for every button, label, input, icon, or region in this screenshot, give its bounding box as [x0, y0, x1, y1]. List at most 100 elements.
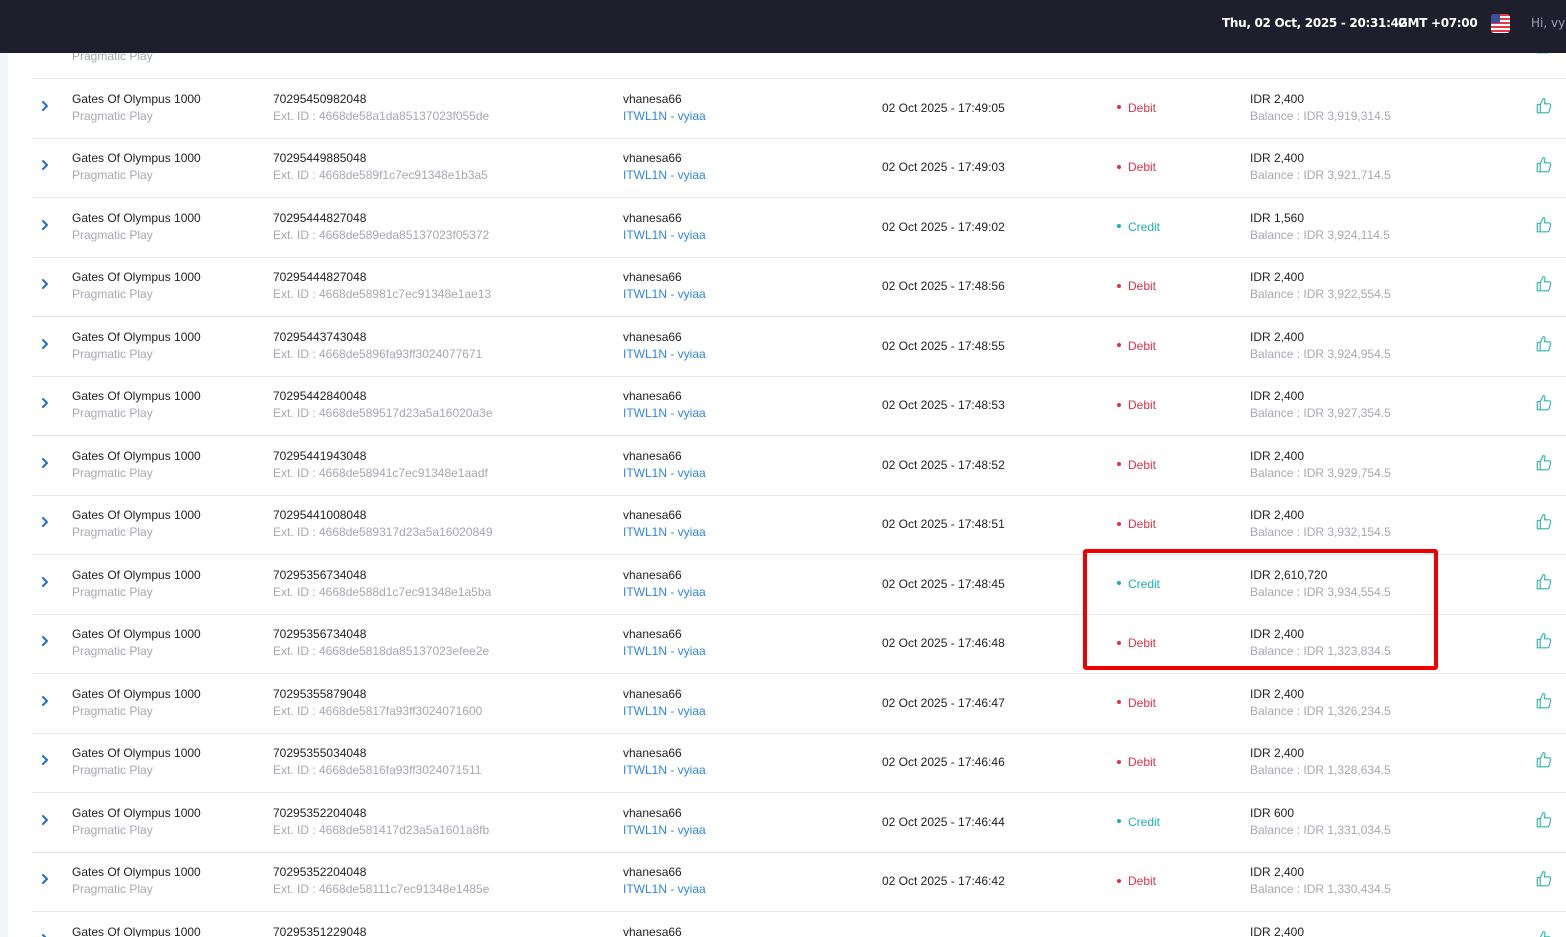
chevron-right-icon[interactable] [38, 218, 52, 232]
transaction-type: Debit [1117, 873, 1156, 890]
table-row[interactable]: Gates Of Olympus 1000 Pragmatic Play 702… [32, 793, 1566, 853]
chevron-right-icon[interactable] [38, 575, 52, 589]
thumbs-up-icon[interactable] [1535, 870, 1553, 888]
chevron-right-icon[interactable] [38, 932, 52, 937]
thumbs-up-icon[interactable] [1535, 751, 1553, 769]
thumbs-up-icon[interactable] [1535, 632, 1553, 650]
table-row[interactable]: Gates Of Olympus 1000 Pragmatic Play 702… [32, 495, 1566, 555]
table-row[interactable]: Gates Of Olympus 1000 Pragmatic Play 702… [32, 317, 1566, 377]
thumbs-up-icon[interactable] [1535, 930, 1553, 937]
thumbs-up-icon[interactable] [1535, 513, 1553, 531]
balance: Balance : IDR 3,927,354.5 [1250, 406, 1391, 420]
amount: IDR 2,400 [1250, 746, 1305, 760]
external-id: Ext. ID : 4668de5818da85137023efee2e [273, 644, 490, 658]
table-row[interactable]: Gates Of Olympus 1000 Pragmatic Play 702… [32, 79, 1566, 139]
username: vhanesa66 [623, 924, 682, 937]
agent-link[interactable]: ITWL1N - vyiaa [623, 881, 706, 898]
amount-cell: IDR 1,560 Balance : IDR 3,924,114.5 [1250, 210, 1390, 244]
user-cell: vhanesa66 ITWL1N - vyiaa [623, 805, 706, 839]
external-id: Ext. ID : 4668de581417d23a5a1601a8fb [273, 822, 490, 837]
table-row[interactable]: Gates Of Olympus 1000 Pragmatic Play 702… [32, 257, 1566, 317]
agent-link[interactable]: ITWL1N - vyiaa [623, 465, 706, 482]
chevron-right-icon[interactable] [38, 694, 52, 708]
table-row[interactable]: Gates Of Olympus 1000 Pragmatic Play 702… [32, 733, 1566, 793]
chevron-right-icon[interactable] [38, 277, 52, 291]
thumbs-up-icon[interactable] [1535, 275, 1553, 293]
agent-link[interactable]: ITWL1N - vyiaa [623, 108, 706, 125]
type-label: Debit [1128, 457, 1157, 472]
agent-link[interactable]: ITWL1N - vyiaa [623, 822, 706, 839]
transaction-type: Debit [1117, 695, 1156, 712]
thumbs-up-icon[interactable] [1535, 335, 1553, 353]
user-cell: vhanesa66 ITWL1N - vyiaa [623, 210, 706, 244]
round-cell: 70295449885048 Ext. ID : 4668de589f1c7ec… [273, 150, 488, 184]
thumbs-up-icon[interactable] [1535, 97, 1553, 115]
round-id: 70295351229048 [273, 924, 367, 937]
round-cell: 70295356734048 Ext. ID : 4668de588d1c7ec… [273, 567, 491, 601]
amount: IDR 2,400 [1250, 151, 1305, 165]
status-dot [1117, 759, 1121, 764]
agent-link[interactable]: ITWL1N - vyiaa [623, 346, 706, 363]
table-row[interactable]: Gates Of Olympus 1000 Pragmatic Play 702… [32, 138, 1566, 198]
agent-link[interactable]: ITWL1N - vyiaa [623, 584, 706, 601]
thumbs-up-icon[interactable] [1535, 216, 1553, 234]
status-dot [1117, 402, 1121, 407]
external-id: Ext. ID : 4668de5896fa93ff3024077671 [273, 346, 483, 361]
chevron-right-icon[interactable] [38, 99, 52, 113]
agent-link[interactable]: ITWL1N - vyiaa [623, 167, 706, 184]
agent-link[interactable]: ITWL1N - vyiaa [623, 524, 706, 541]
chevron-right-icon[interactable] [38, 813, 52, 827]
transaction-type: Credit [1117, 814, 1160, 831]
transaction-date: 02 Oct 2025 - 17:48:55 [882, 338, 1005, 353]
transaction-date: 02 Oct 2025 - 17:48:53 [882, 398, 1005, 412]
table-row[interactable]: Gates Of Olympus 1000 Pragmatic Play 702… [32, 852, 1566, 912]
chevron-right-icon[interactable] [38, 515, 52, 529]
agent-link[interactable]: ITWL1N - vyiaa [623, 762, 706, 779]
chevron-right-icon[interactable] [38, 753, 52, 767]
chevron-right-icon[interactable] [38, 396, 52, 410]
chevron-right-icon[interactable] [38, 872, 52, 886]
agent-link[interactable]: ITWL1N - vyiaa [623, 286, 706, 303]
external-id: Ext. ID : 4668de58981c7ec91348e1ae13 [273, 287, 492, 301]
game-cell: Gates Of Olympus 1000 Pragmatic Play [72, 626, 201, 660]
user-greeting[interactable]: Hi, vyi [1531, 16, 1566, 30]
thumbs-up-icon[interactable] [1535, 811, 1553, 829]
table-row[interactable]: Gates Of Olympus 1000 Pragmatic Play 702… [32, 436, 1566, 496]
chevron-right-icon[interactable] [38, 634, 52, 648]
agent-link[interactable]: ITWL1N - vyiaa [623, 405, 706, 422]
thumbs-up-icon[interactable] [1535, 692, 1553, 710]
round-id: 70295355879048 [273, 686, 367, 701]
header-timezone[interactable]: GMT +07:00 [1398, 16, 1478, 30]
us-flag-icon[interactable] [1491, 14, 1510, 33]
round-cell: 70295444827048 Ext. ID : 4668de58981c7ec… [273, 269, 491, 303]
chevron-right-icon[interactable] [38, 337, 52, 351]
balance: Balance : IDR 3,924,954.5 [1250, 346, 1391, 361]
chevron-right-icon[interactable] [38, 456, 52, 470]
transaction-date: 02 Oct 2025 - 17:46:46 [882, 755, 1005, 769]
thumbs-up-icon[interactable] [1535, 573, 1553, 591]
amount-cell: IDR 2,400 Balance : IDR 3,924,954.5 [1250, 329, 1391, 363]
table-row[interactable]: Gates Of Olympus 1000 Pragmatic Play 702… [32, 674, 1566, 734]
amount: IDR 2,400 [1250, 924, 1305, 937]
thumbs-up-icon[interactable] [1535, 394, 1553, 412]
game-cell: Gates Of Olympus 1000 [72, 924, 201, 937]
table-row[interactable]: Gates Of Olympus 1000 Pragmatic Play Ext… [32, 53, 1566, 79]
thumbs-up-icon[interactable] [1535, 156, 1553, 174]
chevron-right-icon[interactable] [38, 158, 52, 172]
transaction-type: Debit [1117, 278, 1156, 295]
table-row[interactable]: Gates Of Olympus 1000 70295351229048 vha… [32, 912, 1566, 937]
round-id: 70295443743048 [273, 329, 367, 344]
agent-link[interactable]: ITWL1N - vyiaa [623, 703, 706, 720]
table-row[interactable]: Gates Of Olympus 1000 Pragmatic Play 702… [32, 376, 1566, 436]
username: vhanesa66 [623, 151, 682, 165]
round-id: 70295441008048 [273, 508, 367, 522]
external-id: Ext. ID : 4668de5817fa93ff3024071600 [273, 703, 483, 718]
thumbs-up-icon[interactable] [1535, 454, 1553, 472]
agent-link[interactable]: ITWL1N - vyiaa [623, 643, 706, 660]
transaction-type: Debit [1117, 457, 1156, 474]
external-id: Ext. ID : 4668de589517d23a5a16020a3e [273, 406, 493, 420]
type-label: Debit [1128, 160, 1157, 174]
thumbs-up-icon[interactable] [1535, 53, 1553, 55]
agent-link[interactable]: ITWL1N - vyiaa [623, 227, 706, 244]
table-row[interactable]: Gates Of Olympus 1000 Pragmatic Play 702… [32, 198, 1566, 258]
